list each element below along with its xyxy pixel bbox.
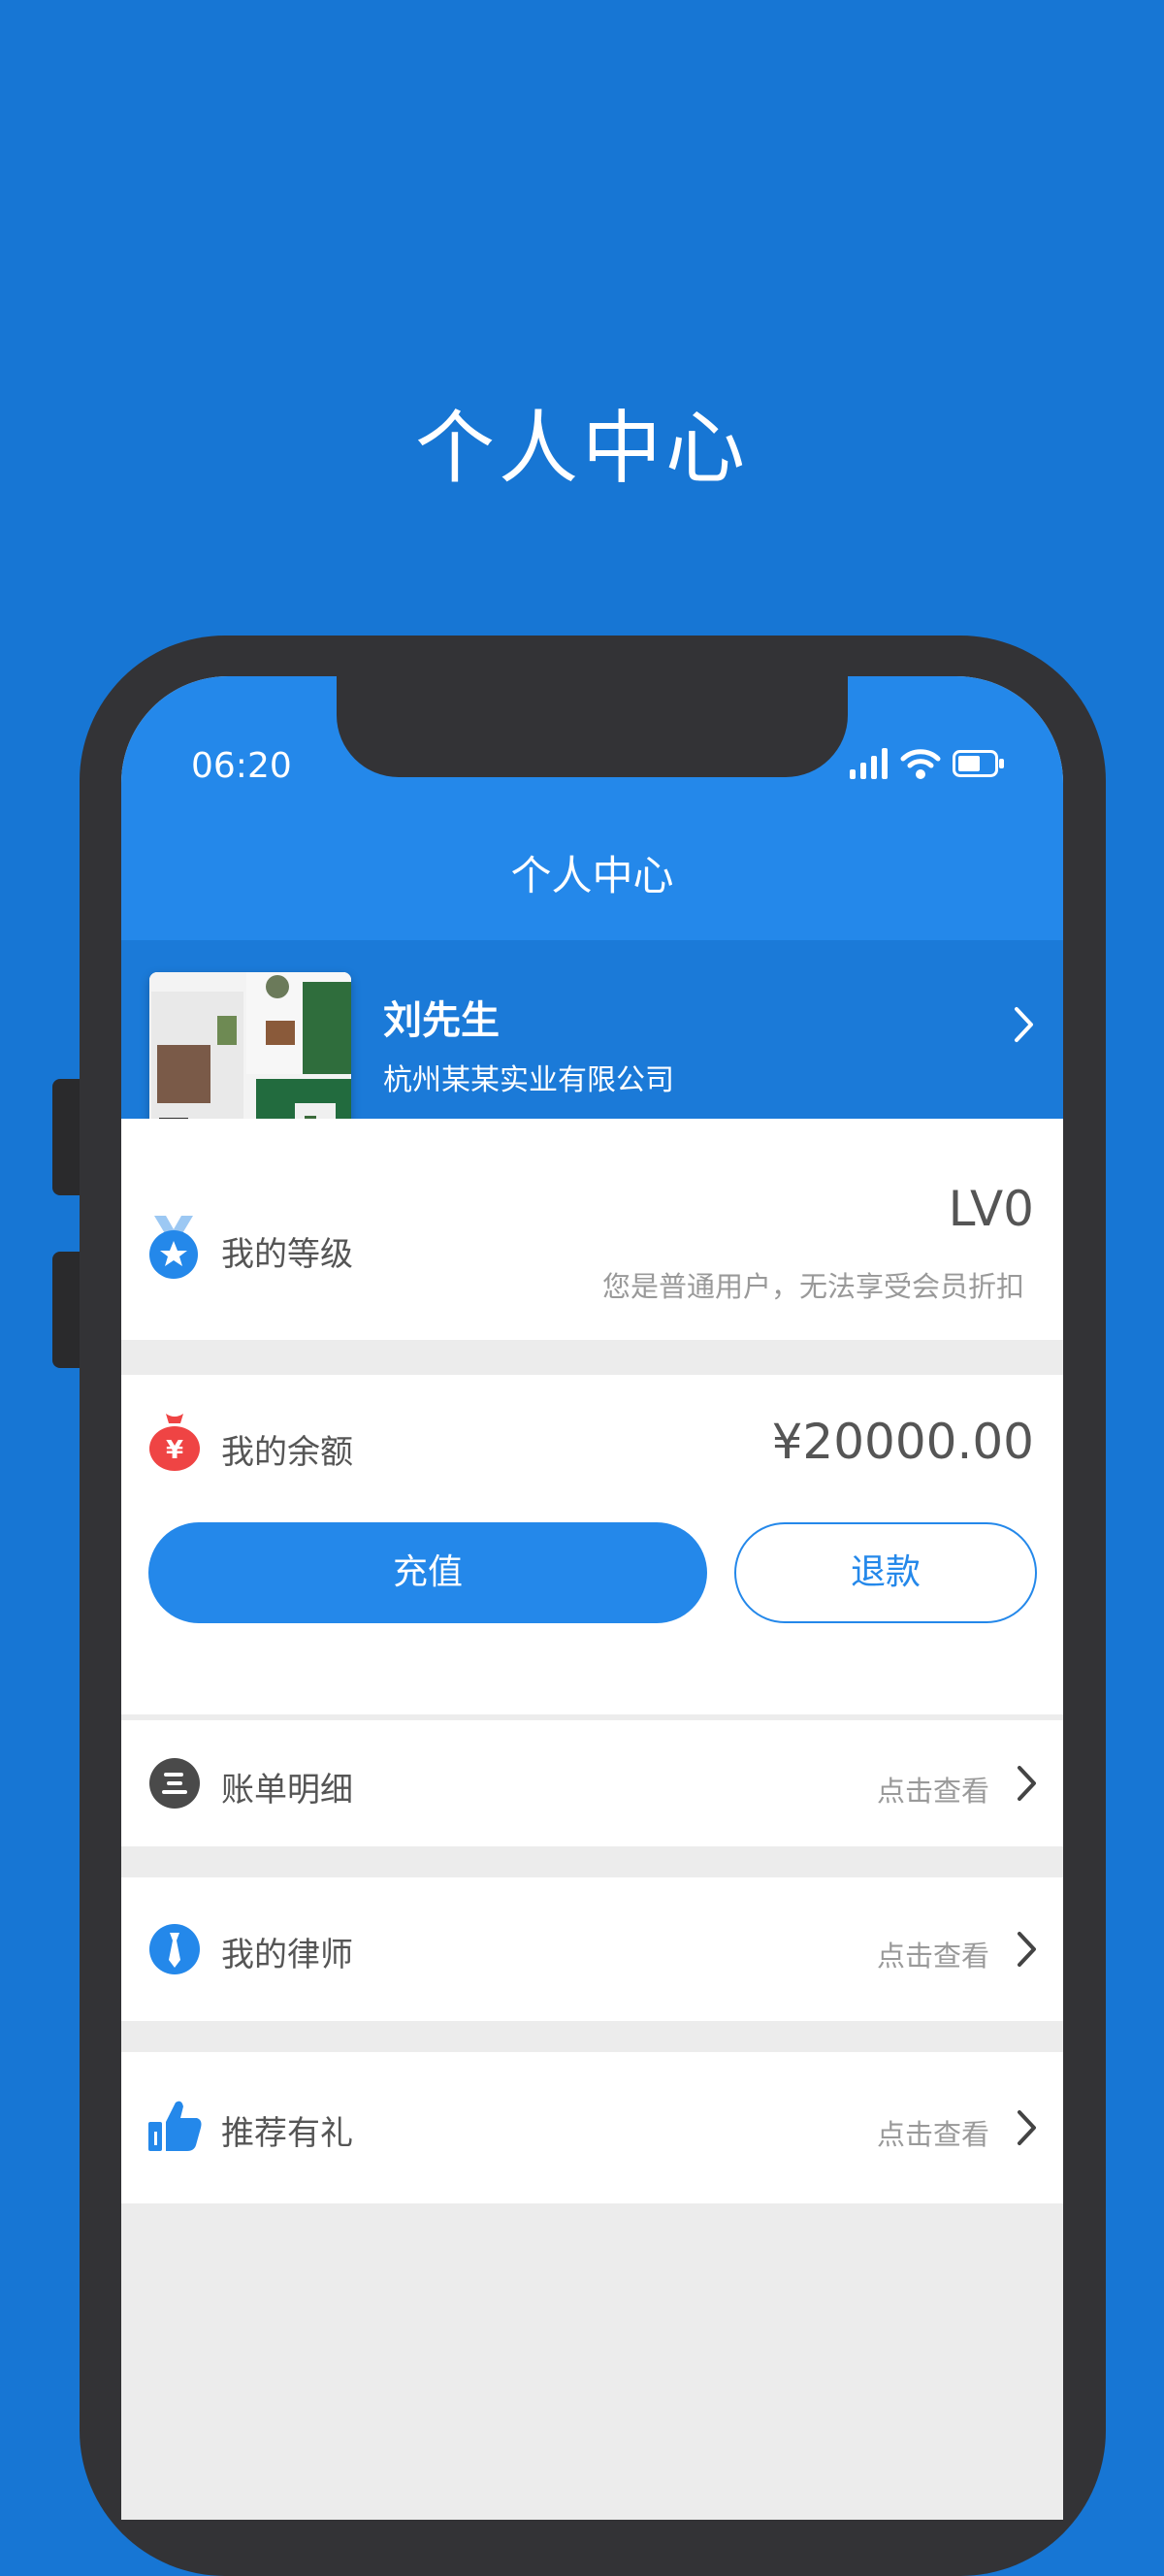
balance-label: 我的余额 <box>221 1433 353 1472</box>
phone-notch <box>337 676 848 777</box>
money-bag-icon: ¥ <box>149 1414 200 1471</box>
wifi-icon <box>900 749 941 779</box>
menu-item-referral[interactable]: 推荐有礼 点击查看 <box>121 2052 1063 2203</box>
promo-title: 个人中心 <box>414 403 749 495</box>
menu-label-referral: 推荐有礼 <box>221 2114 353 2153</box>
recharge-button[interactable]: 充值 <box>148 1522 707 1623</box>
level-label: 我的等级 <box>221 1235 353 1274</box>
profile-chevron-right-icon <box>1015 1007 1033 1042</box>
menu-hint-lawyer: 点击查看 <box>876 1940 989 1973</box>
menu-label-lawyer: 我的律师 <box>221 1936 353 1974</box>
status-icons <box>850 744 1005 783</box>
svg-text:¥: ¥ <box>166 1436 183 1465</box>
refund-button[interactable]: 退款 <box>734 1522 1037 1623</box>
lawyer-tie-icon <box>149 1924 200 1974</box>
chevron-right-icon <box>1018 1932 1036 1967</box>
phone-screen: 06:20 个人中心 刘先生 杭州某某实业有限公司 我的等级 LV0 您是普通用… <box>121 676 1063 2520</box>
level-note: 您是普通用户，无法享受会员折扣 <box>601 1270 1024 1303</box>
battery-icon <box>953 750 1004 777</box>
level-card: 我的等级 LV0 您是普通用户，无法享受会员折扣 <box>121 1119 1063 1340</box>
menu-label-bills: 账单明细 <box>221 1771 353 1810</box>
user-name: 刘先生 <box>383 998 500 1043</box>
bill-icon <box>149 1758 200 1809</box>
balance-amount: ¥20000.00 <box>771 1414 1034 1470</box>
medal-icon <box>149 1216 198 1279</box>
status-time: 06:20 <box>191 746 292 786</box>
chevron-right-icon <box>1018 1766 1036 1801</box>
menu-hint-referral: 点击查看 <box>876 2118 989 2151</box>
chevron-right-icon <box>1018 2110 1036 2145</box>
signal-icon <box>850 748 888 779</box>
menu-item-lawyer[interactable]: 我的律师 点击查看 <box>121 1877 1063 2021</box>
level-value: LV0 <box>948 1181 1034 1237</box>
menu-hint-bills: 点击查看 <box>876 1775 989 1808</box>
menu-item-bills[interactable]: 账单明细 点击查看 <box>121 1720 1063 1846</box>
nav-title: 个人中心 <box>510 852 674 899</box>
company-name: 杭州某某实业有限公司 <box>383 1063 674 1097</box>
thumbs-up-icon <box>148 2101 202 2151</box>
